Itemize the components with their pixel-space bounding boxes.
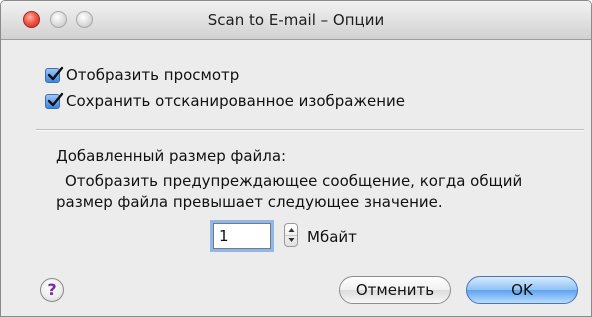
save-scanned-label: Сохранить отсканированное изображение xyxy=(66,92,406,110)
show-preview-label: Отобразить просмотр xyxy=(66,66,240,84)
size-unit-label: Мбайт xyxy=(307,228,357,246)
show-preview-checkbox[interactable] xyxy=(45,66,64,83)
title-bar[interactable]: Scan to E-mail – Опции xyxy=(1,1,591,40)
checkmark-icon xyxy=(47,66,64,80)
file-size-limit-input[interactable] xyxy=(213,223,271,249)
save-scanned-checkbox[interactable] xyxy=(45,92,64,109)
file-size-heading: Добавленный размер файла: xyxy=(56,147,287,165)
warning-description-line2: размер файла превышает следующее значени… xyxy=(56,193,443,211)
stepper-down[interactable] xyxy=(285,235,297,246)
window-title: Scan to E-mail – Опции xyxy=(207,11,385,29)
warning-description-line1: Отобразить предупреждающее сообщение, ко… xyxy=(65,172,523,190)
file-size-stepper[interactable] xyxy=(284,223,298,247)
cancel-button[interactable]: Отменить xyxy=(339,276,451,304)
section-divider xyxy=(36,129,584,131)
chevron-down-icon xyxy=(288,238,295,242)
save-scanned-option[interactable]: Сохранить отсканированное изображение xyxy=(45,91,405,111)
show-preview-option[interactable]: Отобразить просмотр xyxy=(45,65,239,85)
ok-button[interactable]: OK xyxy=(466,276,578,304)
help-button[interactable]: ? xyxy=(40,278,64,302)
checkmark-icon xyxy=(47,92,64,106)
options-dialog: Scan to E-mail – Опции Отобразить просмо… xyxy=(0,0,592,317)
chevron-up-icon xyxy=(288,228,295,232)
